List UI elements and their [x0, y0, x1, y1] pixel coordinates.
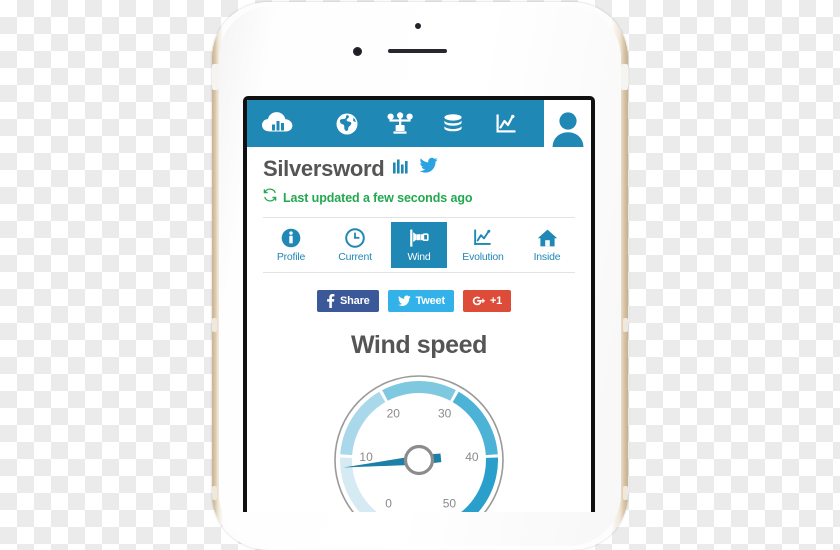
- antenna-band: [212, 486, 217, 500]
- gauge-band: [382, 381, 456, 401]
- share-label: +1: [489, 295, 503, 307]
- facebook-share-button[interactable]: Share: [317, 290, 379, 312]
- line-chart-icon: [474, 229, 491, 245]
- proximity-sensor-icon: [415, 23, 421, 29]
- last-updated-text: Last updated a few seconds ago: [283, 190, 473, 205]
- home-icon: [537, 229, 557, 247]
- database-icon[interactable]: [438, 109, 468, 139]
- antenna-band: [623, 486, 628, 500]
- weather-station-icon[interactable]: [385, 109, 415, 139]
- antenna-band: [623, 318, 628, 332]
- bar-chart-icon[interactable]: [391, 156, 411, 181]
- tab-label: Evolution: [462, 251, 504, 263]
- user-avatar-icon: [552, 112, 583, 147]
- social-share-bar: Share Tweet +1: [247, 290, 591, 312]
- antenna-band: [212, 318, 217, 332]
- phone-screen: Silversword Last updated a few seconds a…: [243, 96, 595, 512]
- tab-evolution[interactable]: Evolution: [455, 222, 511, 268]
- twitter-bird-icon[interactable]: [418, 157, 439, 180]
- tab-label: Inside: [533, 251, 561, 263]
- earpiece-speaker-icon: [388, 49, 447, 53]
- tab-inside[interactable]: Inside: [519, 222, 575, 268]
- chart-title: Wind speed: [350, 331, 488, 359]
- globe-icon[interactable]: [332, 109, 362, 139]
- share-label: Share: [340, 295, 370, 307]
- twitter-share-button[interactable]: Tweet: [387, 290, 454, 312]
- tab-profile[interactable]: Profile: [263, 222, 319, 268]
- share-label: Tweet: [415, 295, 446, 307]
- top-navigation-bar: [247, 100, 591, 147]
- info-circle-icon: [281, 228, 301, 248]
- line-chart-icon[interactable]: [491, 109, 521, 139]
- googleplus-icon: [472, 296, 485, 306]
- twitter-icon: [397, 295, 411, 306]
- gauge-tick-label: 0: [385, 496, 392, 510]
- wind-speed-gauge: 01020304050 m/s: [247, 368, 591, 512]
- antenna-band: [212, 64, 219, 90]
- page-title: Silversword: [263, 155, 385, 181]
- user-avatar[interactable]: [544, 100, 591, 147]
- gauge-outer-ring: [334, 375, 504, 512]
- tab-label: Wind: [407, 251, 431, 263]
- cloud-barchart-logo-icon[interactable]: [260, 110, 306, 138]
- gauge-tick-label: 10: [359, 450, 373, 464]
- gauge-band: [452, 391, 498, 456]
- gauge-band: [340, 391, 386, 456]
- clock-icon: [345, 228, 365, 248]
- facebook-icon: [327, 294, 335, 308]
- refresh-icon[interactable]: [263, 188, 277, 207]
- tab-bar: Profile Current Wind Evolution Inside: [263, 217, 575, 273]
- googleplus-share-button[interactable]: +1: [462, 290, 512, 312]
- tab-label: Current: [338, 251, 372, 263]
- station-header: Silversword Last updated a few seconds a…: [247, 147, 591, 217]
- gauge-tick-label: 30: [438, 407, 452, 421]
- gauge-tick-label: 20: [387, 407, 401, 421]
- front-camera-icon: [353, 47, 362, 56]
- windsock-icon: [410, 229, 429, 247]
- tab-wind[interactable]: Wind: [391, 222, 447, 268]
- gauge-tick-label: 40: [465, 450, 479, 464]
- gauge-tick-label: 50: [443, 496, 457, 510]
- tab-label: Profile: [276, 251, 306, 263]
- gauge-band: [461, 457, 498, 512]
- antenna-band: [621, 64, 628, 90]
- tab-current[interactable]: Current: [327, 222, 383, 268]
- gauge-hub: [403, 444, 435, 476]
